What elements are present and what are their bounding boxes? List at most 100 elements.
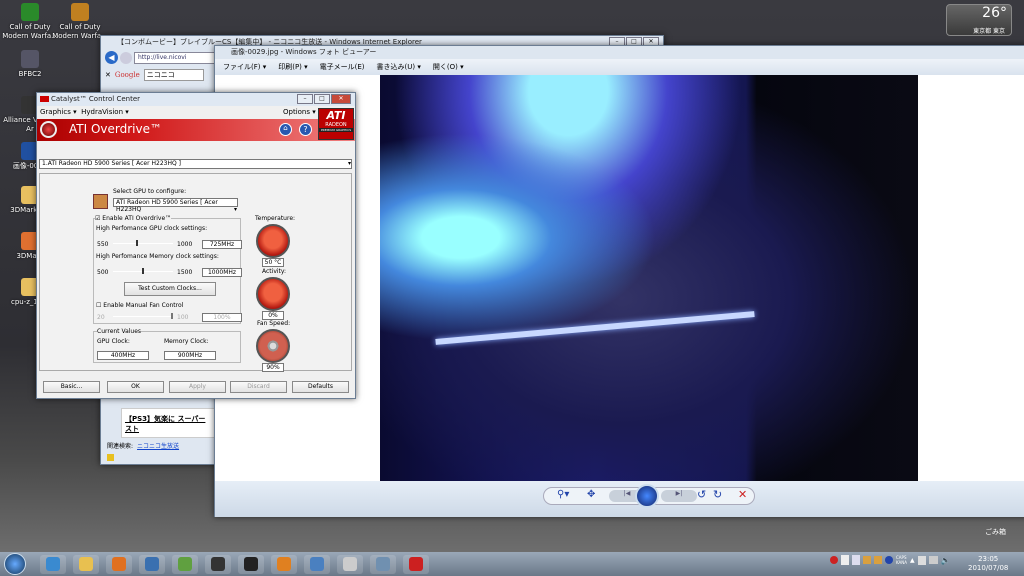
app-icon [211, 557, 225, 571]
taskbar-app-button[interactable] [370, 555, 396, 574]
ok-button[interactable]: OK [107, 381, 164, 393]
taskbar-app-button[interactable] [40, 555, 66, 574]
tray-icon[interactable] [852, 555, 860, 565]
close-toolbar-icon[interactable]: ✕ [105, 71, 111, 79]
taskbar: CAPS KANA ▲ 🔈 23:05 2010/07/08 [0, 552, 1024, 576]
action-center-icon[interactable] [917, 555, 926, 565]
catalyst-window[interactable]: Catalyst™ Control Center – □ ✕ Graphics ▾ … [36, 92, 356, 399]
ati-radeon-logo: ATI RADEON PREMIUM GRAPHICS [318, 108, 354, 140]
warning-icon [107, 454, 114, 461]
desktop-icon-label: BFBC2 [18, 70, 42, 78]
adapter-select[interactable]: 1.ATI Radeon HD 5900 Series [ Acer H223H… [39, 159, 352, 169]
menu-item[interactable]: 電子メール(E) [320, 59, 365, 75]
defaults-button[interactable]: Defaults [292, 381, 349, 393]
apply-button: Apply [169, 381, 226, 393]
search-input[interactable]: ニコニコ [143, 69, 204, 81]
google-logo: Google [114, 71, 140, 79]
system-tray: CAPS KANA ▲ 🔈 [830, 555, 951, 565]
help-tray-icon[interactable] [885, 556, 893, 564]
taskbar-app-button[interactable] [205, 555, 231, 574]
taskbar-app-button[interactable] [337, 555, 363, 574]
rotate-cw-icon[interactable]: ↻ [713, 488, 722, 501]
ccc-title: Catalyst™ Control Center [51, 95, 141, 103]
forward-icon[interactable] [120, 51, 132, 64]
delete-icon[interactable]: ✕ [738, 488, 747, 501]
slideshow-button[interactable] [635, 484, 659, 508]
taskbar-app-button[interactable] [238, 555, 264, 574]
temperature-value: 50 °C [262, 258, 284, 267]
weather-location: 東京都 東京 [973, 28, 1005, 35]
actual-size-icon[interactable]: ✥ [587, 489, 595, 500]
taskbar-app-button[interactable] [106, 555, 132, 574]
gpu-clock-value: 725MHz [202, 240, 242, 249]
fan-speed-gauge [256, 329, 290, 363]
fan-value: 100% [202, 313, 242, 322]
clock[interactable]: 23:05 2010/07/08 [968, 555, 1008, 573]
next-button[interactable]: ▶| [661, 490, 697, 502]
taskbar-app-button[interactable] [73, 555, 99, 574]
app-icon [376, 557, 390, 571]
tray-icon[interactable] [830, 556, 838, 564]
tray-icon[interactable] [841, 555, 849, 565]
maximize-button[interactable]: □ [314, 94, 330, 104]
taskbar-app-button[interactable] [172, 555, 198, 574]
menu-options[interactable]: Options ▾ [283, 106, 316, 119]
back-icon[interactable]: ◀ [105, 51, 118, 64]
network-icon[interactable] [928, 556, 938, 564]
page-title: ATI Overdrive™ [69, 122, 162, 136]
ccc-title-bar[interactable]: Catalyst™ Control Center – □ ✕ [37, 93, 355, 106]
current-memory-clock: 900MHz [164, 351, 216, 360]
menu-item[interactable]: ファイル(F) ▾ [223, 59, 266, 75]
app-icon [145, 557, 159, 571]
home-icon[interactable]: ⌂ [279, 123, 292, 136]
app-icon [409, 557, 423, 571]
app-icon [277, 557, 291, 571]
taskbar-app-button[interactable] [403, 555, 429, 574]
desktop-icon-image [21, 50, 39, 68]
app-icon [112, 557, 126, 571]
related-link[interactable]: ニコニコ生放送 [137, 441, 179, 450]
address-bar[interactable]: http://live.nicovi [134, 51, 224, 64]
start-button[interactable] [4, 553, 26, 575]
rotate-ccw-icon[interactable]: ↺ [697, 488, 706, 501]
volume-icon[interactable]: 🔈 [941, 556, 951, 565]
menu-item[interactable]: 書き込み(U) ▾ [377, 59, 421, 75]
overdrive-header: ATI Overdrive™ ⌂ ? [37, 119, 355, 141]
article-title[interactable]: 【PS3】気楽に スーパースト [122, 409, 215, 439]
close-button[interactable]: ✕ [331, 94, 351, 104]
desktop-icon[interactable]: BFBC2 [2, 50, 58, 79]
lock-icon[interactable] [93, 194, 108, 209]
show-hidden-icon[interactable]: ▲ [910, 557, 915, 564]
photo-menu-bar: ファイル(F) ▾ 印刷(P) ▾ 電子メール(E) 書き込み(U) ▾ 開く(O) ▾ [215, 59, 1024, 75]
related-label: 関連検索: [107, 443, 134, 450]
app-icon [310, 557, 324, 571]
desktop-icon-image [71, 3, 89, 21]
menu-graphics[interactable]: Graphics ▾ [40, 108, 77, 116]
taskbar-app-button[interactable] [304, 555, 330, 574]
menu-hydravision[interactable]: HydraVision ▾ [81, 108, 129, 116]
weather-gadget[interactable]: 26° 東京都 東京 [946, 4, 1012, 36]
fan-speed-value: 90% [262, 363, 284, 372]
gpu-select[interactable]: ATI Radeon HD 5900 Series [ Acer H223HQ ▾ [113, 198, 238, 213]
overdrive-icon [40, 121, 57, 138]
tray-icon[interactable] [874, 556, 882, 564]
recycle-bin-label[interactable]: ごみ箱 [985, 527, 1006, 537]
manual-fan-checkbox[interactable]: ☐ Enable Manual Fan Control [96, 302, 183, 309]
taskbar-app-button[interactable] [139, 555, 165, 574]
current-gpu-clock: 400MHz [97, 351, 149, 360]
activity-gauge [256, 277, 290, 311]
test-custom-clocks-button[interactable]: Test Custom Clocks... [124, 282, 216, 296]
help-icon[interactable]: ? [299, 123, 312, 136]
basic-button[interactable]: Basic... [43, 381, 100, 393]
enable-overdrive-checkbox[interactable]: ☑ Enable ATI Overdrive™ [95, 215, 172, 222]
menu-item[interactable]: 開く(O) ▾ [433, 59, 464, 75]
desktop-icon[interactable]: Call of Duty Modern Warfa... [2, 3, 58, 41]
menu-item[interactable]: 印刷(P) ▾ [278, 59, 307, 75]
tray-icon[interactable] [863, 556, 871, 564]
gpu-clock-slider[interactable] [113, 240, 173, 246]
minimize-button[interactable]: – [297, 94, 313, 104]
photo-title-bar[interactable]: 画像-0029.jpg - Windows フォト ビューアー [215, 46, 1024, 59]
memory-clock-slider[interactable] [113, 268, 173, 274]
zoom-icon[interactable]: ⚲▾ [557, 489, 569, 500]
taskbar-app-button[interactable] [271, 555, 297, 574]
